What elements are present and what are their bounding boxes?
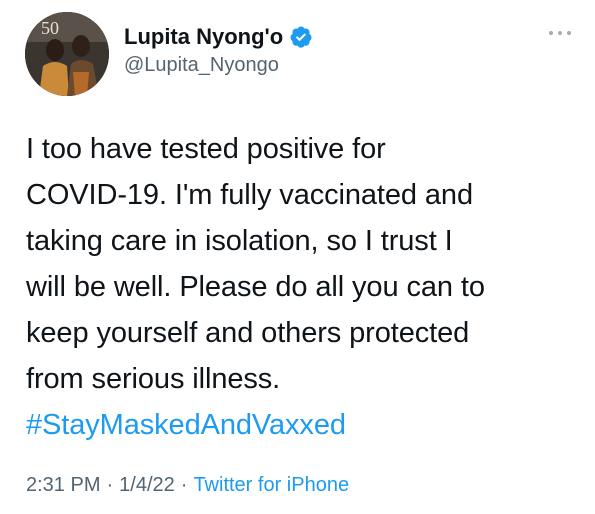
display-name[interactable]: Lupita Nyong'o — [124, 24, 283, 50]
tweet-date[interactable]: 1/4/22 — [119, 474, 175, 497]
tweet-text-line: I too have tested positive for — [26, 133, 386, 165]
tweet-source-link[interactable]: Twitter for iPhone — [193, 474, 349, 497]
tweet-card: 50 Lupita Nyong'o @Lupita_Nyongo I too h… — [0, 0, 595, 514]
tweet-meta: 2:31 PM · 1/4/22 · Twitter for iPhone — [26, 474, 349, 497]
hashtag-link[interactable]: #StayMaskedAndVaxxed — [26, 402, 581, 448]
tweet-text-line: COVID-19. I'm fully vaccinated and — [26, 179, 473, 211]
tweet-text-line: will be well. Please do all you can to — [26, 271, 485, 303]
verified-badge-icon — [289, 25, 313, 49]
tweet-text-line: taking care in isolation, so I trust I — [26, 225, 453, 257]
meta-separator: · — [106, 474, 114, 496]
author-handle[interactable]: @Lupita_Nyongo — [124, 54, 279, 77]
tweet-text: I too have tested positive for COVID-19.… — [26, 126, 581, 448]
avatar-photo: 50 — [25, 12, 109, 96]
tweet-text-line: keep yourself and others protected — [26, 317, 470, 349]
meta-separator: · — [180, 474, 188, 496]
tweet-time[interactable]: 2:31 PM — [26, 474, 100, 497]
avatar-badge-text: 50 — [41, 18, 59, 38]
more-options-icon[interactable] — [545, 24, 575, 42]
tweet-text-line: from serious illness. — [26, 363, 281, 395]
avatar[interactable]: 50 — [25, 12, 109, 96]
display-name-row: Lupita Nyong'o — [124, 22, 313, 52]
